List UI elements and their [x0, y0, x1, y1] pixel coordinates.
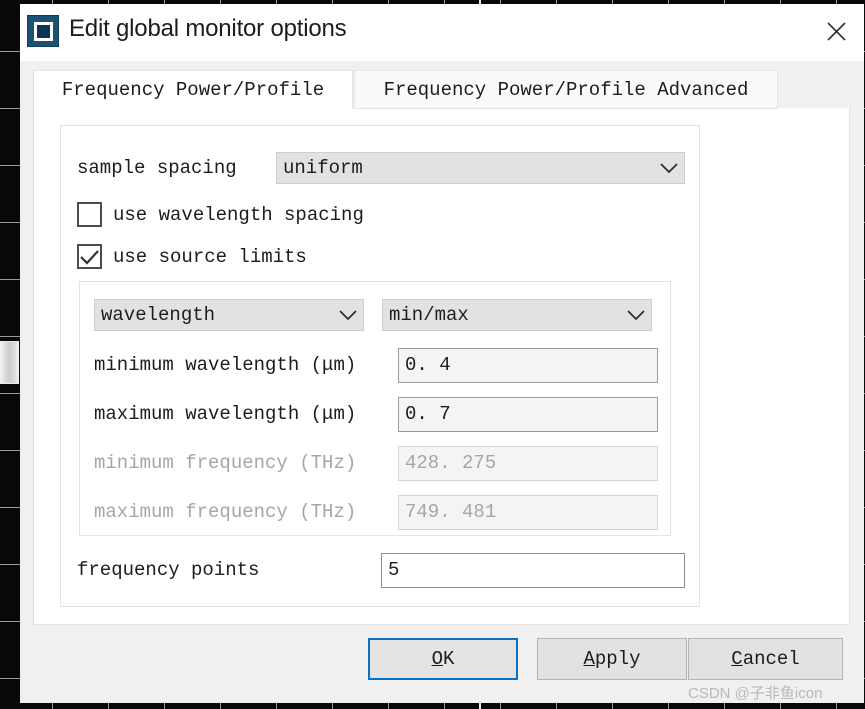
maximum-wavelength-row: maximum wavelength (μm) 0. 7: [94, 397, 658, 432]
use-wavelength-spacing-checkbox-row[interactable]: use wavelength spacing: [77, 202, 364, 227]
maximum-frequency-label: maximum frequency (THz): [94, 501, 357, 523]
maximum-wavelength-label: maximum wavelength (μm): [94, 403, 357, 425]
quantity-select[interactable]: wavelength: [94, 299, 364, 331]
use-wavelength-spacing-label: use wavelength spacing: [113, 203, 364, 226]
sample-spacing-value: uniform: [283, 157, 363, 179]
maximum-frequency-input: 749. 481: [398, 495, 658, 530]
apply-button-label: pply: [594, 648, 641, 670]
tab-frequency-power-profile-advanced[interactable]: Frequency Power/Profile Advanced: [354, 70, 778, 109]
maximum-frequency-row: maximum frequency (THz) 749. 481: [94, 495, 658, 530]
minimum-wavelength-input[interactable]: 0. 4: [398, 348, 658, 383]
ok-button-accel: O: [431, 648, 443, 670]
dialog-titlebar: Edit global monitor options: [20, 4, 864, 61]
tab-frequency-power-profile[interactable]: Frequency Power/Profile: [33, 70, 353, 109]
ok-button[interactable]: OK: [368, 638, 518, 680]
minimum-frequency-row: minimum frequency (THz) 428. 275: [94, 446, 658, 481]
frequency-points-label: frequency points: [77, 559, 260, 581]
sample-spacing-label: sample spacing: [77, 157, 237, 179]
cancel-button-label: ancel: [742, 648, 800, 670]
minimum-wavelength-row: minimum wavelength (μm) 0. 4: [94, 348, 658, 383]
left-scrollbar-thumb[interactable]: [0, 341, 19, 384]
ok-button-label: K: [443, 648, 455, 670]
tab-strip: Frequency Power/Profile Frequency Power/…: [33, 70, 850, 109]
range-mode-select-value: min/max: [389, 304, 469, 326]
close-icon[interactable]: [809, 4, 864, 59]
minimum-wavelength-label: minimum wavelength (μm): [94, 354, 357, 376]
quantity-select-value: wavelength: [101, 304, 216, 326]
form-group-box: sample spacing uniform use wavelength sp…: [60, 125, 700, 607]
edit-global-monitor-options-dialog: Edit global monitor options Frequency Po…: [20, 4, 864, 703]
chevron-down-icon: [621, 309, 651, 321]
chevron-down-icon: [654, 162, 684, 174]
minimum-frequency-label: minimum frequency (THz): [94, 452, 357, 474]
cancel-button[interactable]: Cancel: [688, 638, 843, 680]
use-source-limits-checkbox[interactable]: [77, 244, 102, 269]
range-mode-select[interactable]: min/max: [382, 299, 652, 331]
app-monitor-icon: [27, 15, 59, 47]
frequency-points-row: frequency points 5: [77, 553, 685, 588]
apply-button[interactable]: Apply: [537, 638, 687, 680]
maximum-wavelength-input[interactable]: 0. 7: [398, 397, 658, 432]
cancel-button-accel: C: [731, 648, 743, 670]
sample-spacing-row: sample spacing uniform: [77, 152, 685, 184]
dialog-title: Edit global monitor options: [69, 15, 347, 42]
app-monitor-icon-inner: [33, 21, 53, 41]
tab-label: Frequency Power/Profile: [61, 79, 325, 101]
use-source-limits-label: use source limits: [113, 245, 307, 268]
minimum-frequency-input: 428. 275: [398, 446, 658, 481]
use-wavelength-spacing-checkbox[interactable]: [77, 202, 102, 227]
sample-spacing-select[interactable]: uniform: [276, 152, 685, 184]
chevron-down-icon: [333, 309, 363, 321]
use-source-limits-checkbox-row[interactable]: use source limits: [77, 244, 307, 269]
apply-button-accel: A: [583, 648, 595, 670]
tab-label: Frequency Power/Profile Advanced: [383, 78, 749, 101]
tab-page-frequency-power-profile: sample spacing uniform use wavelength sp…: [33, 108, 850, 625]
frequency-points-input[interactable]: 5: [381, 553, 685, 588]
watermark-text: CSDN @子非鱼icon: [688, 685, 823, 702]
source-limits-group-box: wavelength min/max minimum wavelength (μ…: [79, 281, 671, 536]
